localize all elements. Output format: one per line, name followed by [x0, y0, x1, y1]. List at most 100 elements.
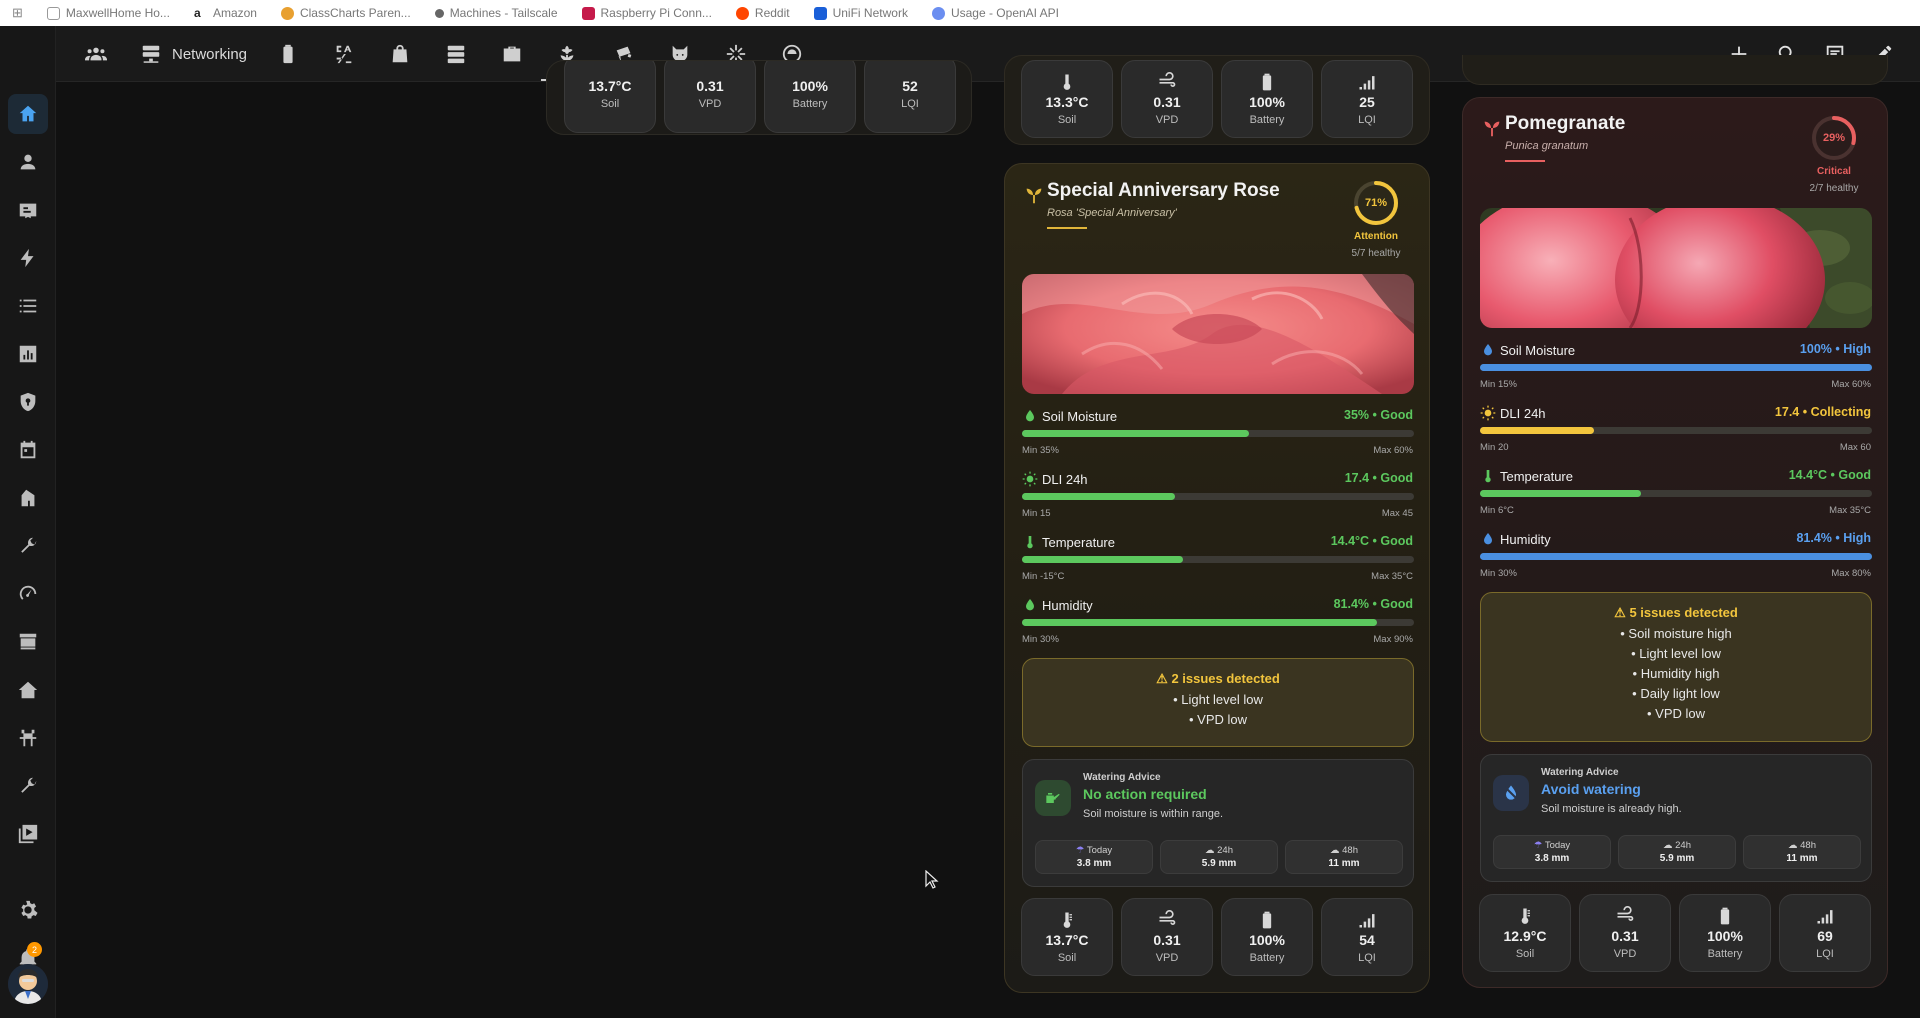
sidebar-item-logbook[interactable] [8, 286, 48, 326]
plant-latin-name: Rosa 'Special Anniversary' [1047, 207, 1177, 219]
sidebar: 2 [0, 26, 56, 1018]
raspberry-pi-icon [581, 6, 595, 20]
bookmark-unifi[interactable]: UniFi Network [813, 6, 908, 20]
tab-people[interactable] [80, 34, 112, 74]
bookmark-reddit[interactable]: Reddit [735, 6, 790, 20]
sidebar-item-home[interactable] [8, 94, 48, 134]
watering-advice[interactable]: Watering Advice No action required Soil … [1022, 759, 1414, 887]
storm-icon: ☂ [1075, 845, 1085, 856]
sidebar-item-tools[interactable] [8, 526, 48, 566]
signal-icon [1359, 76, 1375, 90]
sidebar-item-hacs[interactable] [8, 622, 48, 662]
battery-icon [1720, 907, 1730, 925]
sensor-battery[interactable]: 100% Battery [1221, 898, 1313, 976]
tab-storage[interactable] [440, 34, 472, 74]
media-icon [18, 824, 38, 844]
sidebar-item-developer-tools[interactable] [8, 766, 48, 806]
thermometer-icon [1027, 536, 1033, 549]
sensor-lqi[interactable]: 25 LQI [1321, 60, 1413, 138]
sensor-lqi[interactable]: 69 LQI [1779, 894, 1871, 972]
watering-heading: No action required [1083, 786, 1207, 802]
bookmark-maxwellhome[interactable]: MaxwellHome Ho... [46, 6, 170, 20]
sensor-battery[interactable]: 100% Battery [1679, 894, 1771, 972]
folder-icon [46, 6, 60, 20]
bar-fill [1022, 619, 1377, 626]
sensor-soil[interactable]: 13.7°C Soil [564, 61, 656, 133]
unifi-icon [813, 6, 827, 20]
sensor-vpd[interactable]: 0.31 VPD [664, 61, 756, 133]
bookmark-openai-usage[interactable]: Usage - OpenAI API [931, 6, 1059, 20]
bookmark-amazon[interactable]: a Amazon [193, 6, 257, 20]
metric-min: Min 20 [1480, 442, 1509, 453]
sidebar-item-garden[interactable] [8, 718, 48, 758]
bookmark-tailscale[interactable]: Machines - Tailscale [434, 6, 558, 20]
plant-card-rose[interactable]: Special Anniversary Rose Rosa 'Special A… [1004, 163, 1430, 993]
wind-icon [1617, 906, 1634, 921]
sidebar-item-house[interactable] [8, 670, 48, 710]
water-drop-icon [1026, 410, 1034, 422]
tab-toolbox[interactable] [496, 34, 528, 74]
bookmark-raspberry-pi[interactable]: Raspberry Pi Conn... [581, 6, 712, 20]
tools-icon [21, 777, 37, 793]
metric-min: Min 6°C [1480, 505, 1514, 516]
plant-card-partial-right [1462, 55, 1888, 85]
sidebar-item-gauge[interactable] [8, 574, 48, 614]
sidebar-item-media[interactable] [8, 814, 48, 854]
sensor-vpd[interactable]: 0.31 VPD [1579, 894, 1671, 972]
health-score-value: 71% [1364, 197, 1388, 209]
metric-min: Min 30% [1480, 568, 1517, 579]
sensor-vpd[interactable]: 0.31 VPD [1121, 898, 1213, 976]
badge-icon [19, 203, 37, 219]
watering-label: Watering Advice [1083, 772, 1161, 783]
sidebar-item-calendar[interactable] [8, 430, 48, 470]
issue-item: • Soil moisture high [1620, 626, 1732, 641]
sidebar-item-person[interactable] [8, 142, 48, 182]
thermometer-icon [1521, 908, 1530, 924]
metric-soil-moisture-bar [1022, 430, 1414, 437]
tab-battery[interactable] [272, 34, 304, 74]
plant-card-pomegranate[interactable]: Pomegranate Punica granatum 29% Critical… [1462, 97, 1888, 988]
plant-title: Pomegranate [1505, 113, 1626, 134]
avatar[interactable] [8, 964, 48, 1004]
tab-ac[interactable] [328, 34, 360, 74]
apps-grid-icon[interactable]: ⊞ [12, 5, 23, 21]
cloud-icon: ☁ [1663, 840, 1673, 851]
openai-icon [931, 6, 945, 20]
sidebar-item-energy[interactable] [8, 238, 48, 278]
metric-dli: DLI 24h [1022, 471, 1088, 487]
sprout-icon [1026, 188, 1042, 204]
sensor-soil[interactable]: 13.7°C Soil [1021, 898, 1113, 976]
storm-icon: ☂ [1533, 840, 1543, 851]
metric-temperature: Temperature [1480, 468, 1573, 484]
sensor-vpd[interactable]: 0.31 VPD [1121, 60, 1213, 138]
sensor-battery[interactable]: 100% Battery [764, 61, 856, 133]
metric-humidity: Humidity [1480, 531, 1551, 547]
sensor-soil[interactable]: 13.3°C Soil [1021, 60, 1113, 138]
watering-advice[interactable]: Watering Advice Avoid watering Soil mois… [1480, 754, 1872, 882]
sidebar-item-settings[interactable] [8, 890, 48, 930]
watering-heading: Avoid watering [1541, 781, 1641, 797]
sidebar-item-areas[interactable] [8, 478, 48, 518]
bookmark-classcharts[interactable]: ClassCharts Paren... [280, 6, 411, 20]
tab-shopping[interactable] [384, 34, 416, 74]
metric-temperature-value: 14.4°C • Good [1788, 468, 1871, 482]
metric-min: Min -15°C [1022, 571, 1065, 582]
shield-icon [20, 392, 36, 412]
issues-panel[interactable]: ⚠ 2 issues detected • Light level low • … [1022, 658, 1414, 747]
sidebar-item-security[interactable] [8, 382, 48, 422]
issues-panel[interactable]: ⚠ 5 issues detected • Soil moisture high… [1480, 592, 1872, 742]
plant-latin-name: Punica granatum [1505, 140, 1589, 152]
sensor-lqi[interactable]: 54 LQI [1321, 898, 1413, 976]
metric-dli: DLI 24h [1480, 405, 1546, 421]
tab-networking[interactable]: Networking [140, 34, 250, 74]
healthy-count: 2/7 healthy [1809, 183, 1859, 194]
sensor-battery[interactable]: 100% Battery [1221, 60, 1313, 138]
metric-dli-value: 17.4 • Collecting [1774, 405, 1871, 419]
bar-fill [1022, 493, 1175, 500]
forecast-48h: ☁ 48h 11 mm [1285, 840, 1403, 874]
sidebar-item-history[interactable] [8, 334, 48, 374]
health-score-ring: 29% [1810, 114, 1858, 162]
sensor-lqi[interactable]: 52 LQI [864, 61, 956, 133]
sidebar-item-badge[interactable] [8, 190, 48, 230]
sensor-soil[interactable]: 12.9°C Soil [1479, 894, 1571, 972]
